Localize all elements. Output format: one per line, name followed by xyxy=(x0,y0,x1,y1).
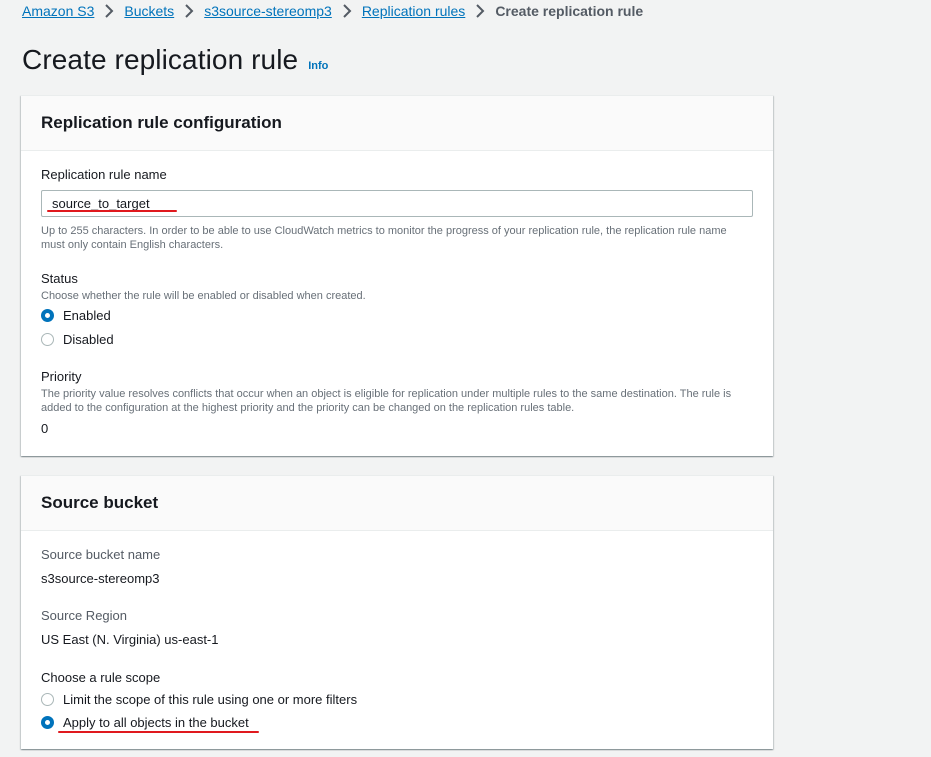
radio-label: Limit the scope of this rule using one o… xyxy=(63,691,358,707)
status-option-enabled[interactable]: Enabled xyxy=(41,305,111,325)
radio-label: Apply to all objects in the bucket xyxy=(63,714,249,730)
priority-description: The priority value resolves conflicts th… xyxy=(41,388,732,414)
page-title: Create replication rule xyxy=(22,44,299,75)
page-title-row: Create replication rule Info xyxy=(22,44,328,76)
radio-label: Enabled xyxy=(63,307,111,323)
source-bucket-name-label: Source bucket name xyxy=(41,547,161,562)
panel-title: Replication rule configuration xyxy=(41,113,282,132)
chevron-right-icon xyxy=(332,4,362,18)
breadcrumb-buckets[interactable]: Buckets xyxy=(124,3,174,19)
chevron-right-icon xyxy=(174,4,204,18)
breadcrumb-amazon-s3[interactable]: Amazon S3 xyxy=(22,3,94,19)
breadcrumb-bucket[interactable]: s3source-stereomp3 xyxy=(204,3,332,19)
radio-label: Disabled xyxy=(63,331,114,347)
scope-option-filters[interactable]: Limit the scope of this rule using one o… xyxy=(41,689,357,709)
rule-scope-label: Choose a rule scope xyxy=(41,670,161,685)
scope-option-all-objects[interactable]: Apply to all objects in the bucket xyxy=(41,712,249,732)
breadcrumb-current: Create replication rule xyxy=(495,3,644,19)
chevron-right-icon xyxy=(94,4,124,18)
radio-checked-icon[interactable] xyxy=(41,308,54,322)
radio-unchecked-icon[interactable] xyxy=(41,692,54,706)
rule-name-label: Replication rule name xyxy=(41,167,167,182)
annotation-underline xyxy=(47,210,177,212)
priority-value: 0 xyxy=(41,421,49,436)
panel-body: Source bucket name s3source-stereomp3 So… xyxy=(21,531,773,749)
source-region-label: Source Region xyxy=(41,608,127,623)
panel-body: Replication rule name Up to 255 characte… xyxy=(21,151,773,456)
panel-title: Source bucket xyxy=(41,493,159,512)
status-description: Choose whether the rule will be enabled … xyxy=(41,290,366,302)
panel-header: Source bucket xyxy=(21,476,773,531)
info-link[interactable]: Info xyxy=(308,60,328,72)
panel-header: Replication rule configuration xyxy=(21,96,773,151)
rule-name-input[interactable] xyxy=(41,190,753,217)
chevron-right-icon xyxy=(465,4,495,18)
breadcrumb: Amazon S3 Buckets s3source-stereomp3 Rep… xyxy=(22,2,643,20)
radio-unchecked-icon[interactable] xyxy=(41,332,54,346)
rule-name-description: Up to 255 characters. In order to be abl… xyxy=(41,225,727,251)
status-option-disabled[interactable]: Disabled xyxy=(41,329,114,349)
source-region-value: US East (N. Virginia) us-east-1 xyxy=(41,632,219,647)
breadcrumb-replication-rules[interactable]: Replication rules xyxy=(362,3,466,19)
annotation-underline xyxy=(58,731,259,733)
radio-checked-icon[interactable] xyxy=(41,715,54,729)
status-label: Status xyxy=(41,271,78,286)
replication-rule-configuration-panel: Replication rule configuration Replicati… xyxy=(21,95,773,456)
priority-label: Priority xyxy=(41,369,82,384)
source-bucket-panel: Source bucket Source bucket name s3sourc… xyxy=(21,475,773,749)
source-bucket-name-value: s3source-stereomp3 xyxy=(41,571,160,586)
